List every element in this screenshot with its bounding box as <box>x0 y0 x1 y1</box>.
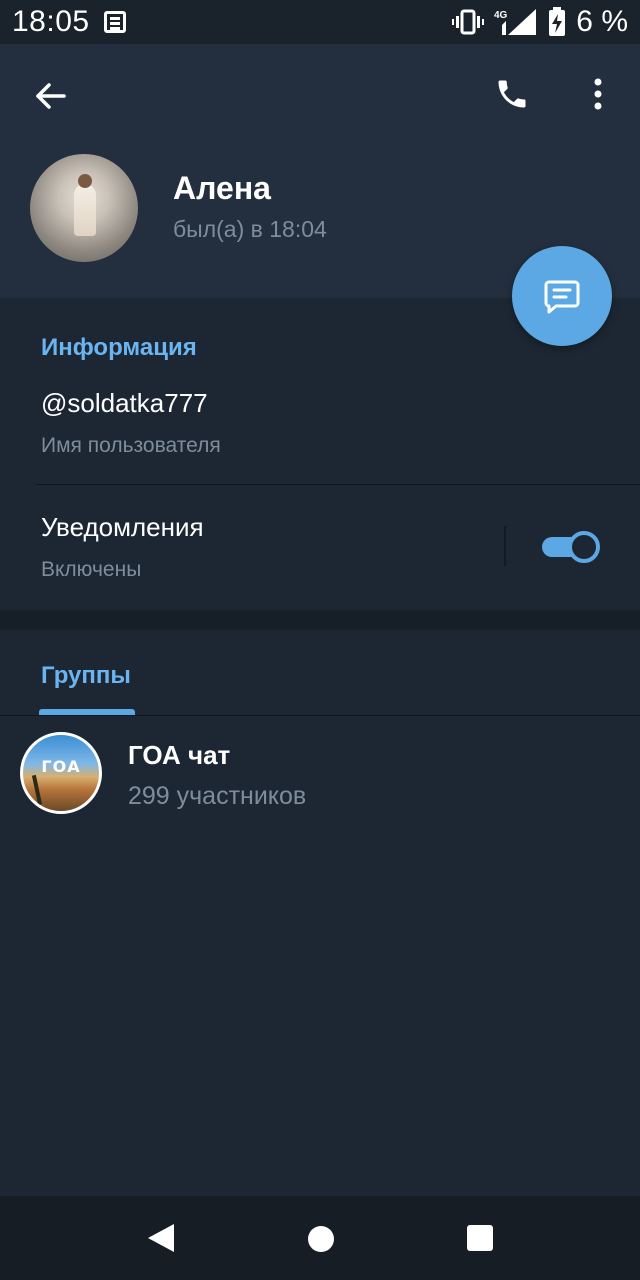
notifications-title[interactable]: Уведомления <box>41 512 204 543</box>
profile-name: Алена <box>173 170 271 206</box>
notifications-status: Включены <box>41 558 142 581</box>
message-icon <box>544 280 580 314</box>
group-list-item[interactable]: ГОА ГОА чат 299 участников <box>0 722 640 822</box>
status-time: 18:05 <box>12 5 90 38</box>
back-arrow-icon <box>36 83 66 109</box>
profile-avatar[interactable] <box>30 154 138 262</box>
divider-vertical <box>504 526 506 566</box>
call-button[interactable] <box>490 72 534 116</box>
username-label: Имя пользователя <box>41 434 221 457</box>
divider <box>0 715 640 716</box>
nav-recents-icon[interactable] <box>467 1225 493 1251</box>
more-options-button[interactable] <box>578 72 618 116</box>
groups-section: Группы ГОА ГОА чат 299 участников <box>0 630 640 1196</box>
notifications-toggle[interactable] <box>542 531 602 563</box>
back-button[interactable] <box>28 74 72 118</box>
group-avatar: ГОА <box>20 732 102 814</box>
vibrate-icon <box>452 9 485 35</box>
battery-charging-icon <box>549 7 566 36</box>
palm-tree-icon <box>31 774 43 806</box>
last-seen-status: был(а) в 18:04 <box>173 216 327 242</box>
toggle-thumb <box>568 531 600 563</box>
send-message-button[interactable] <box>512 246 612 346</box>
status-icons: 4G 6 % <box>452 5 628 39</box>
divider <box>36 484 640 485</box>
group-name: ГОА чат <box>128 740 231 770</box>
group-avatar-text: ГОА <box>41 757 81 776</box>
section-separator <box>0 610 640 630</box>
more-vert-icon <box>594 78 602 110</box>
info-section: Информация @soldatka777 Имя пользователя… <box>0 300 640 610</box>
group-members-count: 299 участников <box>128 782 307 810</box>
phone-icon <box>498 80 526 108</box>
nav-back-icon[interactable] <box>146 1222 176 1254</box>
signal-icon: 4G <box>494 9 537 35</box>
status-bar: 18:05 4G 6 % <box>0 0 640 44</box>
navigation-bar <box>0 1196 640 1280</box>
notification-icon <box>103 11 126 33</box>
nav-home-icon[interactable] <box>308 1226 334 1252</box>
username-value[interactable]: @soldatka777 <box>41 388 208 419</box>
tab-groups[interactable]: Группы <box>41 662 131 690</box>
info-section-title: Информация <box>41 334 197 361</box>
battery-percent: 6 % <box>576 5 628 38</box>
network-label: 4G <box>494 10 508 21</box>
